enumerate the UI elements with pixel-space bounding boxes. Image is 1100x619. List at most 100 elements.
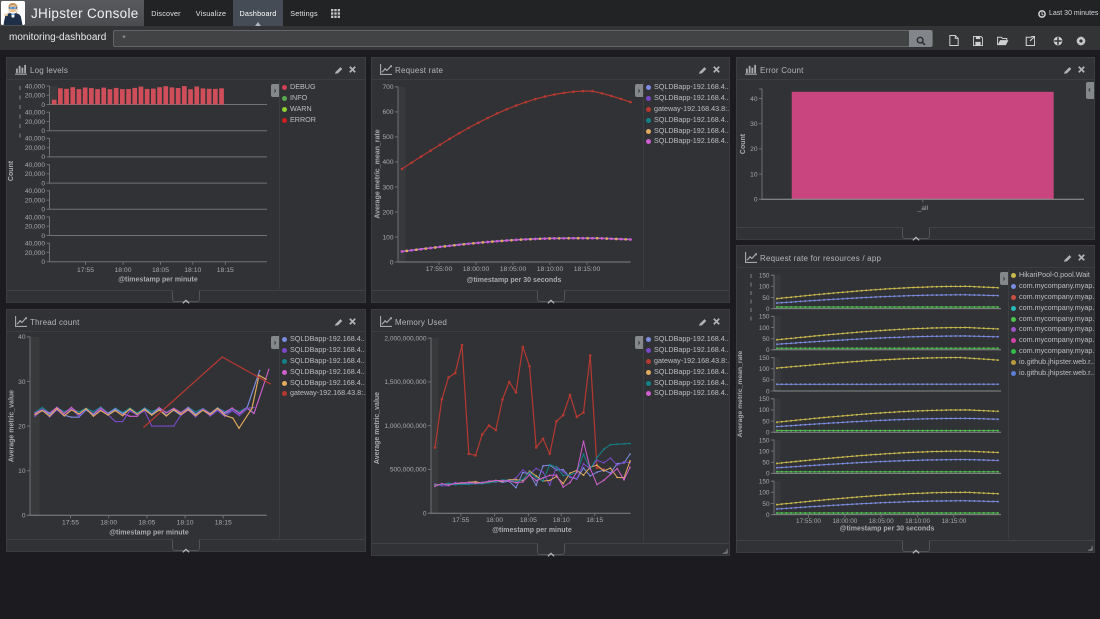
svg-text:18:05: 18:05 (152, 267, 169, 274)
svg-text:40,000: 40,000 (25, 83, 46, 90)
svg-text:18:00:00: 18:00:00 (463, 266, 490, 273)
svg-text:Average metric_value: Average metric_value (374, 392, 381, 464)
svg-text:Count: Count (8, 160, 15, 181)
svg-text:20,000: 20,000 (25, 224, 46, 231)
svg-text:Average metric_mean_rate: Average metric_mean_rate (737, 350, 744, 437)
svg-text:50: 50 (762, 460, 770, 467)
svg-text:50: 50 (762, 336, 770, 343)
svg-text:50: 50 (762, 418, 770, 425)
svg-text:0: 0 (22, 513, 26, 520)
svg-text:18:00: 18:00 (114, 267, 131, 274)
svg-text:18:00: 18:00 (100, 519, 117, 526)
svg-text:18:15: 18:15 (217, 267, 234, 274)
svg-text:150: 150 (759, 479, 770, 486)
svg-text:50: 50 (762, 295, 770, 302)
svg-text:0: 0 (423, 511, 427, 518)
svg-text:@timestamp per 30 seconds: @timestamp per 30 seconds (467, 277, 562, 284)
svg-text:500: 500 (382, 134, 393, 141)
svg-text:300: 300 (382, 184, 393, 191)
svg-text:0: 0 (41, 180, 45, 187)
svg-text:Average metric_value: Average metric_value (9, 390, 16, 462)
svg-text:0: 0 (766, 306, 770, 313)
svg-text:0: 0 (754, 197, 758, 204)
svg-text:0: 0 (766, 388, 770, 395)
svg-text:40,000: 40,000 (25, 162, 46, 169)
svg-text:100: 100 (759, 490, 770, 497)
svg-text:20,000: 20,000 (25, 93, 46, 100)
svg-text:40,000: 40,000 (25, 214, 46, 221)
svg-text:100: 100 (759, 366, 770, 373)
svg-text:40,000: 40,000 (25, 241, 46, 248)
svg-text:10: 10 (18, 468, 26, 475)
svg-text:18:15:00: 18:15:00 (941, 518, 966, 525)
svg-text:0: 0 (390, 259, 394, 266)
svg-text:100: 100 (382, 234, 393, 241)
svg-text:18:15: 18:15 (586, 517, 603, 524)
svg-text:20,000: 20,000 (25, 171, 46, 178)
svg-text:40: 40 (750, 96, 758, 103)
svg-text:17:55: 17:55 (452, 517, 469, 524)
svg-text:600: 600 (382, 109, 393, 116)
svg-text:0: 0 (766, 471, 770, 478)
svg-text:20,000: 20,000 (25, 119, 46, 126)
svg-text:18:15: 18:15 (215, 519, 232, 526)
svg-text:0: 0 (766, 347, 770, 354)
svg-text:20,000: 20,000 (25, 197, 46, 204)
svg-text:1,000,000,000: 1,000,000,000 (384, 423, 427, 430)
svg-text:200: 200 (382, 209, 393, 216)
svg-text:17:55: 17:55 (77, 267, 94, 274)
svg-text:0: 0 (766, 512, 770, 519)
svg-text:@timestamp per minute: @timestamp per minute (109, 529, 189, 536)
svg-text:30: 30 (750, 121, 758, 128)
svg-text:0: 0 (41, 233, 45, 240)
svg-text:100: 100 (759, 284, 770, 291)
svg-text:1,500,000,000: 1,500,000,000 (384, 379, 427, 386)
svg-text:0: 0 (41, 259, 45, 266)
svg-text:100: 100 (759, 448, 770, 455)
svg-text:18:05: 18:05 (520, 517, 537, 524)
svg-text:40: 40 (18, 334, 26, 341)
svg-text:100: 100 (759, 325, 770, 332)
svg-text:18:10: 18:10 (553, 517, 570, 524)
svg-text:10: 10 (750, 171, 758, 178)
svg-text:18:15:00: 18:15:00 (574, 266, 601, 273)
svg-text:150: 150 (759, 273, 770, 280)
svg-text:50: 50 (762, 501, 770, 508)
svg-text:@timestamp per minute: @timestamp per minute (118, 277, 198, 284)
svg-text:0: 0 (41, 154, 45, 161)
svg-text:18:10:00: 18:10:00 (905, 518, 930, 525)
svg-text:150: 150 (759, 437, 770, 444)
svg-text:18:00:00: 18:00:00 (832, 518, 857, 525)
svg-text:50: 50 (762, 377, 770, 384)
svg-text:20: 20 (750, 146, 758, 153)
svg-text:17:55:00: 17:55:00 (796, 518, 821, 525)
svg-text:Average metric_mean_rate: Average metric_mean_rate (375, 129, 382, 218)
svg-text:18:10: 18:10 (184, 267, 201, 274)
svg-text:@timestamp per 30 seconds: @timestamp per 30 seconds (840, 526, 935, 533)
svg-text:0: 0 (41, 207, 45, 214)
svg-text:500,000,000: 500,000,000 (390, 467, 427, 474)
svg-text:18:00: 18:00 (486, 517, 503, 524)
svg-text:17:55: 17:55 (62, 519, 79, 526)
svg-text:18:05:00: 18:05:00 (500, 266, 527, 273)
svg-text:2,000,000,000: 2,000,000,000 (384, 335, 427, 342)
svg-text:17:55:00: 17:55:00 (426, 266, 453, 273)
svg-text:18:05:00: 18:05:00 (869, 518, 894, 525)
svg-text:150: 150 (759, 314, 770, 321)
svg-text:18:10:00: 18:10:00 (537, 266, 564, 273)
svg-text:40,000: 40,000 (25, 188, 46, 195)
svg-text:@timestamp per minute: @timestamp per minute (492, 527, 572, 534)
svg-text:400: 400 (382, 159, 393, 166)
svg-text:150: 150 (759, 355, 770, 362)
svg-text:Count: Count (740, 133, 747, 154)
svg-text:0: 0 (41, 102, 45, 109)
svg-text:30: 30 (18, 379, 26, 386)
svg-text:700: 700 (382, 84, 393, 91)
svg-text:18:10: 18:10 (177, 519, 194, 526)
svg-text:20,000: 20,000 (25, 250, 46, 257)
svg-text:40,000: 40,000 (25, 110, 46, 117)
svg-text:40,000: 40,000 (25, 136, 46, 143)
svg-text:20: 20 (18, 423, 26, 430)
svg-text:100: 100 (759, 407, 770, 414)
svg-text:0: 0 (766, 430, 770, 437)
